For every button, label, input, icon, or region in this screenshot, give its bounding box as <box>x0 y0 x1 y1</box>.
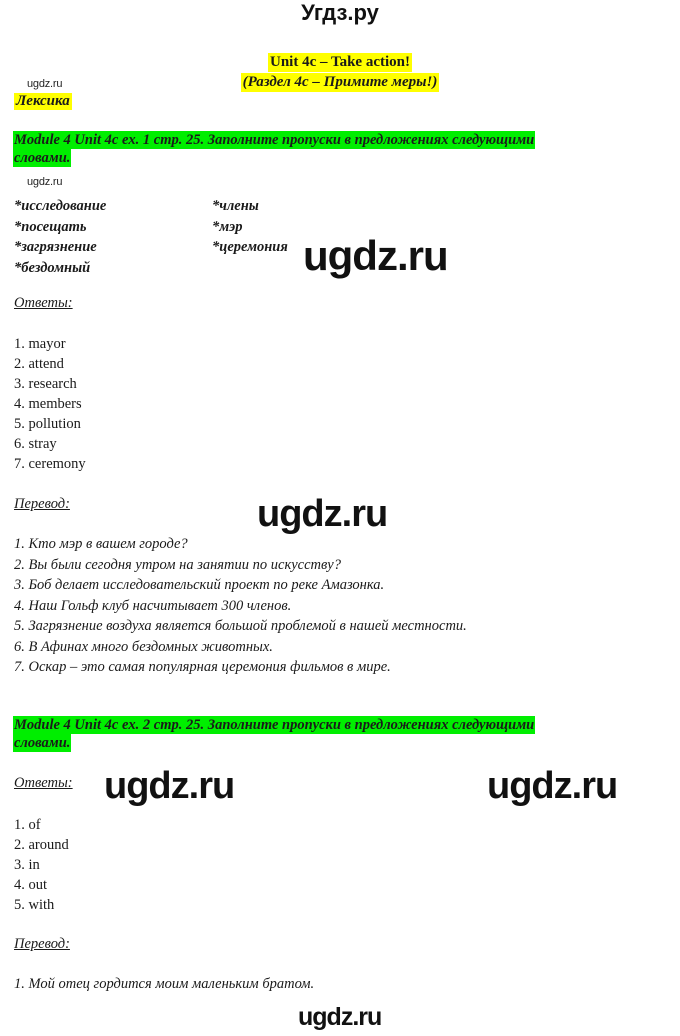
translation-item: 2. Вы были сегодня утром на занятии по и… <box>14 556 341 573</box>
task2-translation-list: 1. Мой отец гордится моим маленьким брат… <box>14 974 666 995</box>
answer-item: 3. research <box>14 376 77 392</box>
task2-answers-label: Ответы: <box>14 775 73 791</box>
answer-item: 2. attend <box>14 356 64 372</box>
word-bank-term: *мэр <box>212 218 243 235</box>
translation-item: 5. Загрязнение воздуха является большой … <box>14 618 467 634</box>
answer-item: 4. out <box>14 877 48 893</box>
word-bank-term: *бездомный <box>14 259 91 276</box>
task2-header: Module 4 Unit 4c ex. 2 стр. 25. Заполнит… <box>14 716 666 752</box>
word-bank-row: *исследование *члены <box>14 196 434 217</box>
translation-item: 1. Мой отец гордится моим маленьким брат… <box>14 976 315 992</box>
word-bank-term: *посещать <box>14 218 87 235</box>
task2-translation-label: Перевод: <box>14 936 70 952</box>
word-bank-term: *загрязнение <box>14 239 97 255</box>
mini-watermark: ugdz.ru <box>27 78 63 90</box>
mini-watermark: ugdz.ru <box>27 176 63 188</box>
answer-item: 1. mayor <box>14 336 66 352</box>
page-title: Unit 4c – Take action! (Раздел 4c – Прим… <box>0 52 680 92</box>
answer-item: 3. in <box>14 857 40 873</box>
page-watermark: ugdz.ru <box>298 1003 382 1031</box>
answer-item: 5. pollution <box>14 416 81 432</box>
task1-translation-label: Перевод: <box>14 496 70 512</box>
page-title-russian: (Раздел 4c – Примите меры!) <box>240 73 440 92</box>
page-watermark: ugdz.ru <box>257 493 388 535</box>
task1-header-line2: словами. <box>14 150 71 166</box>
word-bank-term: *церемония <box>212 239 288 255</box>
answer-item: 5. with <box>14 897 55 913</box>
task1-answers-list: 1. mayor 2. attend 3. research 4. member… <box>14 334 86 474</box>
task1-header-line1: Module 4 Unit 4c ex. 1 стр. 25. Заполнит… <box>14 132 535 148</box>
page-watermark: ugdz.ru <box>104 765 235 807</box>
answer-item: 1. of <box>14 817 41 833</box>
section-tag-lexika: Лексика <box>14 93 72 110</box>
task1-header: Module 4 Unit 4c ex. 1 стр. 25. Заполнит… <box>14 131 666 167</box>
word-bank-term: *исследование <box>14 198 107 214</box>
task1-answers-label: Ответы: <box>14 295 73 311</box>
word-bank-row: *посещать *мэр <box>14 217 434 238</box>
translation-item: 4. Наш Гольф клуб насчитывает 300 членов… <box>14 597 292 614</box>
answer-item: 7. ceremony <box>14 456 86 472</box>
translation-item: 6. В Афинах много бездомных животных. <box>14 638 273 655</box>
task2-header-line2: словами. <box>14 735 71 751</box>
worksheet-page: Угдз.ру Unit 4c – Take action! (Раздел 4… <box>0 0 680 1036</box>
task2-header-line1: Module 4 Unit 4c ex. 2 стр. 25. Заполнит… <box>14 717 535 733</box>
task1-translation-list: 1. Кто мэр в вашем городе? 2. Вы были се… <box>14 534 666 678</box>
task2-answers-list: 1. of 2. around 3. in 4. out 5. with <box>14 815 69 915</box>
answer-item: 2. around <box>14 837 69 853</box>
page-watermark: ugdz.ru <box>487 765 618 807</box>
translation-item: 3. Боб делает исследовательский проект п… <box>14 577 385 593</box>
translation-item: 1. Кто мэр в вашем городе? <box>14 536 188 552</box>
answer-item: 4. members <box>14 396 82 412</box>
translation-item: 7. Оскар – это самая популярная церемони… <box>14 659 391 675</box>
word-bank-term: *члены <box>212 198 259 214</box>
site-logo: Угдз.ру <box>301 0 379 25</box>
word-bank-row: *бездомный <box>14 258 434 279</box>
word-bank-row: *загрязнение *церемония <box>14 237 434 258</box>
answer-item: 6. stray <box>14 436 57 452</box>
page-title-english: Unit 4c – Take action! <box>267 53 412 72</box>
task1-word-bank: *исследование *члены *посещать *мэр *заг… <box>14 196 434 278</box>
